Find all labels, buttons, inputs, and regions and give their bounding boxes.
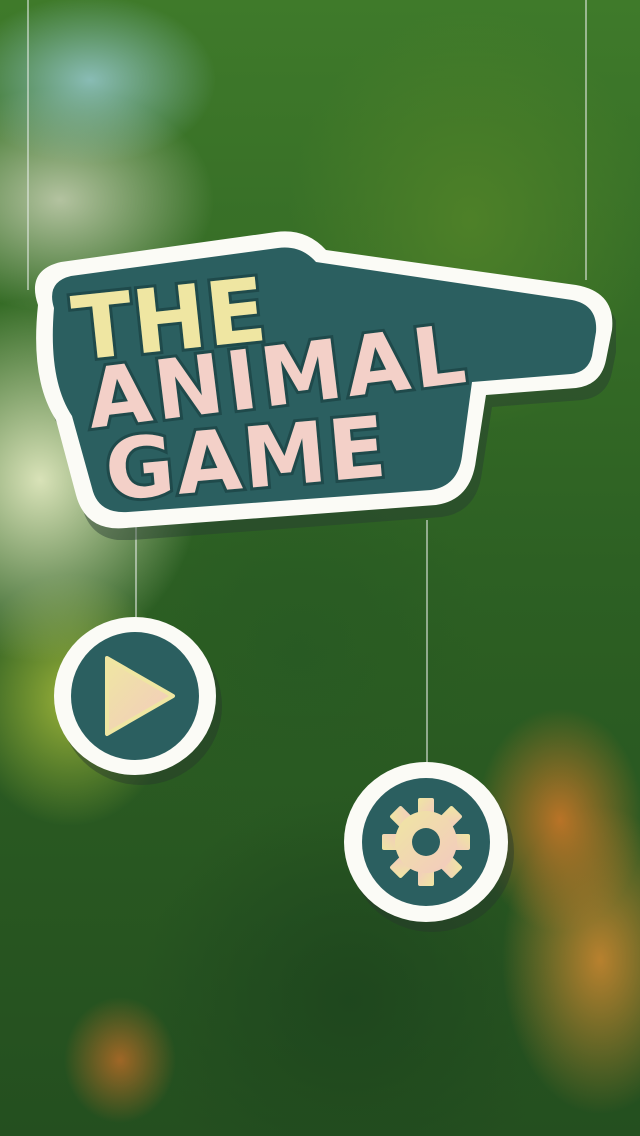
settings-button[interactable] bbox=[344, 762, 508, 922]
play-icon bbox=[105, 656, 175, 736]
game-logo: THE ANIMAL GAME bbox=[16, 210, 616, 540]
forest-background bbox=[0, 0, 640, 1136]
play-button[interactable] bbox=[54, 617, 216, 775]
gear-icon bbox=[382, 798, 470, 886]
settings-button-face bbox=[362, 778, 490, 906]
hanging-string-settings bbox=[426, 520, 428, 765]
play-button-face bbox=[71, 632, 199, 760]
